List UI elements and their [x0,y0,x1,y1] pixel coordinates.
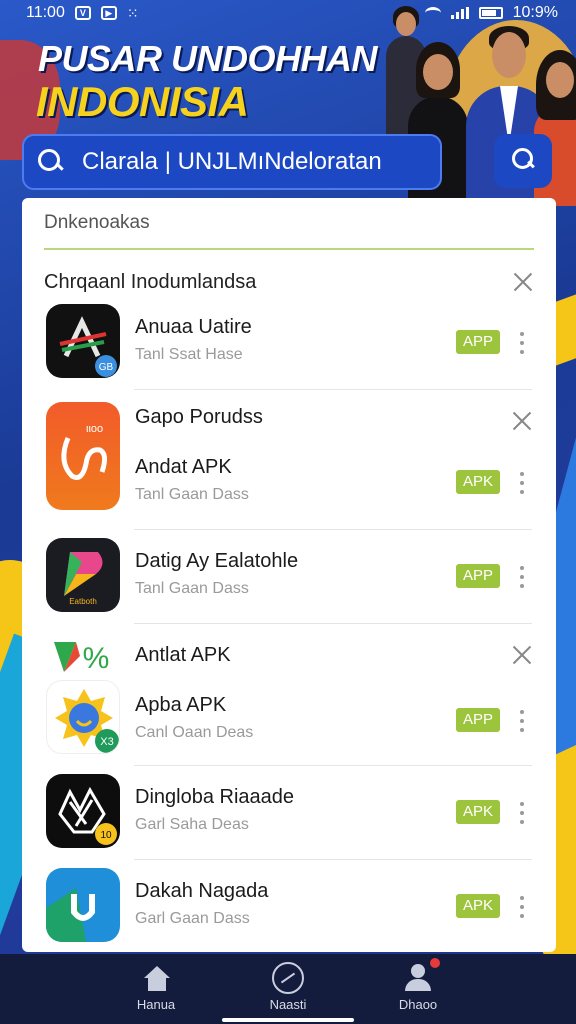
app-subtitle: Tanl Gaan Dass [135,580,249,597]
app-name: Dakah Nagada [135,880,269,902]
svg-text:%: % [83,642,110,675]
nav-label: Naasti [269,997,307,1012]
more-options-icon[interactable] [518,472,526,494]
section-title: Chrqaanl Inodumlandsa [44,270,257,293]
app-name: Antlat APK [135,644,231,666]
signal-icon [450,7,469,19]
nav-item-home[interactable]: Hanua [106,954,206,1024]
list-item[interactable]: % Antlat APK X3 Apba APK Canl Oaan Deas … [22,624,556,766]
nav-item-discover[interactable]: Naasti [238,954,338,1024]
app-badge: APK [456,894,500,918]
notification-icon: V [74,6,91,20]
app-name: Anuaa Uatire [135,316,252,338]
close-icon[interactable] [512,271,534,293]
list-item[interactable]: ιιοο Gapo Porudss Andat APK Tanl Gaan Da… [22,390,556,530]
more-options-icon[interactable] [518,896,526,918]
bottom-nav: Hanua Naasti Dhaoo [0,954,576,1024]
app-icon: X3 [46,680,120,754]
app-subtitle: Tanl Ssat Hase [135,346,243,363]
app-icon: % [46,632,120,676]
app-badge: APP [456,330,500,354]
app-subtitle: Canl Oaan Deas [135,724,254,741]
list-item[interactable]: Dakah Nagada Garl Gaan Dass APK [22,860,556,952]
list-item[interactable]: Eatboth Datig Ay Ealatohle Tanl Gaan Das… [22,530,556,624]
app-name: Gapo Porudss [135,406,263,428]
banner-title-line2: INDONISIA [36,78,249,125]
app-name: Apba APK [135,694,227,716]
app-subtitle: Garl Saha Deas [135,816,249,833]
app-icon [46,868,120,942]
app-subtitle: Garl Gaan Dass [135,910,250,927]
search-icon [512,148,534,170]
notification-dot [430,958,440,968]
home-indicator[interactable] [222,1018,354,1022]
more-options-icon[interactable] [518,332,526,354]
search-icon [38,149,64,175]
nav-item-profile[interactable]: Dhaoo [368,954,468,1024]
svg-text:X3: X3 [100,736,113,748]
svg-text:10: 10 [100,830,112,841]
home-icon [144,966,170,991]
status-time: 11:00 [26,4,65,21]
app-icon: 10 [46,774,120,848]
banner-title-line1: PUSAR UNDOHHAN [38,38,378,79]
close-icon[interactable] [511,410,533,432]
svg-text:ιιοο: ιιοο [86,423,103,435]
more-options-icon[interactable] [518,710,526,732]
compass-icon [272,962,304,994]
profile-icon [404,964,432,992]
app-subtitle: Tanl Gaan Dass [135,486,249,503]
app-name: Dingloba Riaaade [135,786,295,808]
more-options-icon[interactable] [518,802,526,824]
app-badge: APP [456,708,500,732]
nav-label: Hanua [136,997,176,1012]
app-name: Andat APK [135,456,232,478]
more-options-icon[interactable] [518,566,526,588]
status-bar: 11:00 V ▶ ⁙ 10:9% [0,0,576,26]
app-badge: APK [456,800,500,824]
app-icon: Eatboth [46,538,120,612]
app-badge: APK [456,470,500,494]
status-right-time: 10:9% [512,4,558,21]
list-item[interactable]: GB Anuaa Uatire Tanl Ssat Hase APP [22,300,556,390]
grid-icon: ⁙ [126,4,139,21]
wifi-icon [424,7,441,19]
search-input[interactable]: Clarala | UNJLMıNdeloratan [82,148,382,176]
card-heading: Dnkenoakas [44,212,534,250]
battery-icon [478,7,503,19]
results-card: Dnkenoakas Chrqaanl Inodumlandsa GB Anua… [22,198,556,952]
svg-text:GB: GB [99,362,114,373]
app-icon: GB [46,304,120,378]
nav-label: Dhaoo [398,997,438,1012]
close-icon[interactable] [511,644,533,666]
search-button[interactable] [494,134,552,188]
app-icon: ιιοο [46,402,120,510]
search-bar[interactable]: Clarala | UNJLMıNdeloratan [22,134,442,190]
app-name: Datig Ay Ealatohle [135,550,299,572]
list-item[interactable]: 10 Dingloba Riaaade Garl Saha Deas APK [22,766,556,860]
svg-text:Eatboth: Eatboth [69,597,97,606]
app-badge: APP [456,564,500,588]
play-icon: ▶ [100,6,117,20]
